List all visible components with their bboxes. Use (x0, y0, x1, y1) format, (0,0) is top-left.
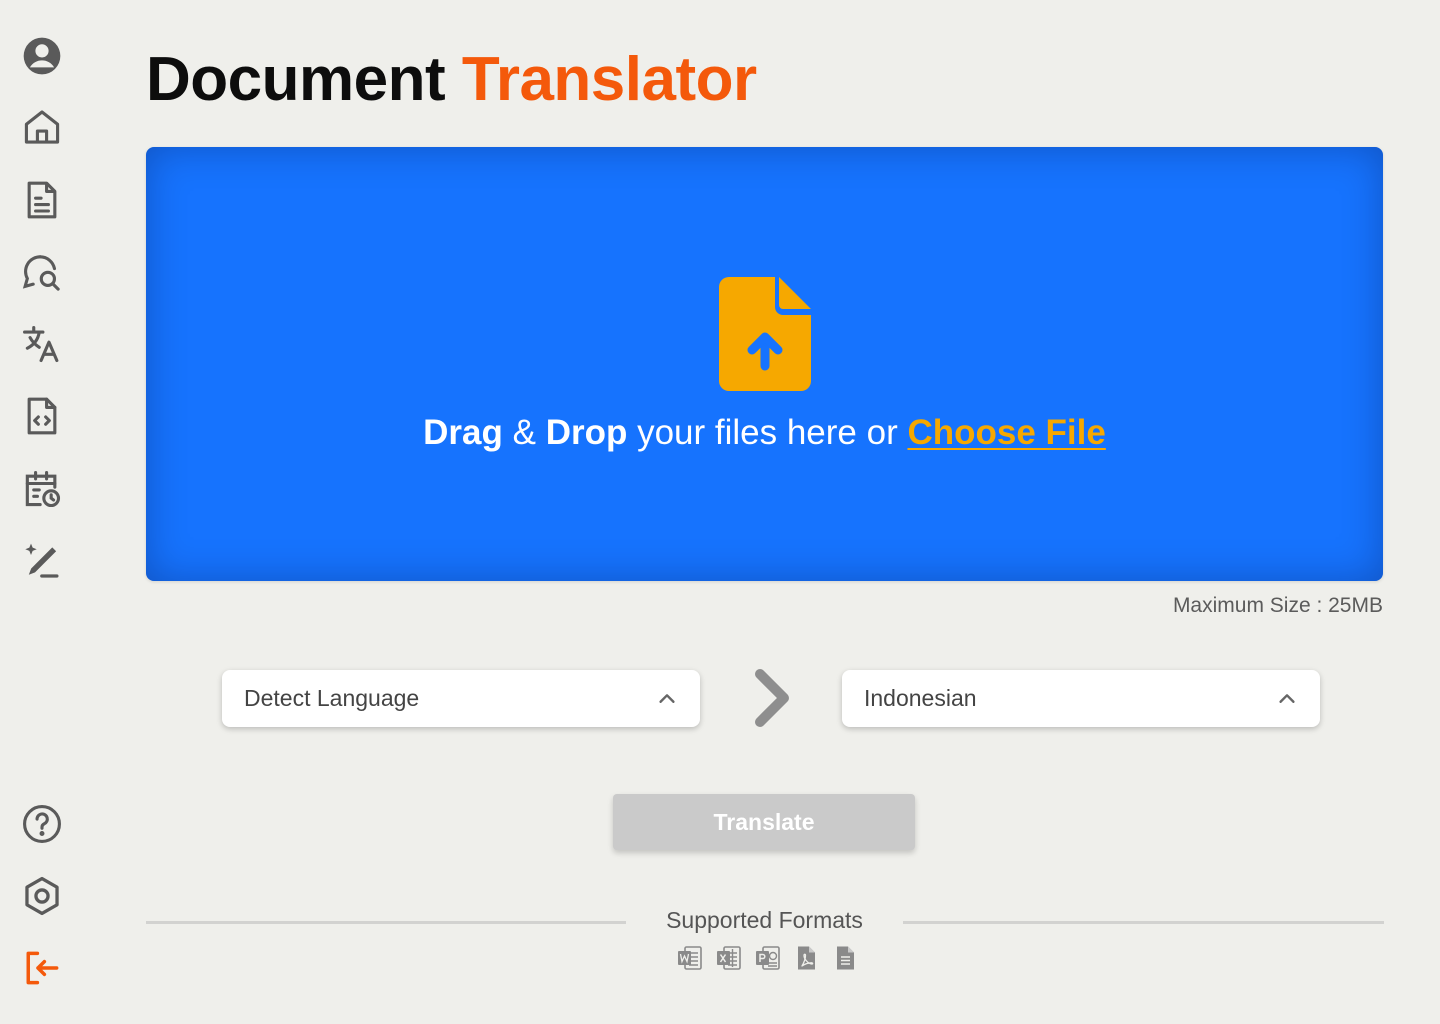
profile-icon[interactable] (18, 32, 66, 80)
document-icon[interactable] (18, 176, 66, 224)
dropzone-instructions: Drag & Drop your files here or Choose Fi… (146, 413, 1383, 453)
word-icon (678, 946, 702, 970)
max-size-label: Maximum Size : 25MB (1172, 594, 1383, 617)
logout-icon[interactable] (18, 944, 66, 992)
choose-file-link[interactable]: Choose File (907, 413, 1105, 452)
drop-word: Drop (545, 413, 628, 452)
help-icon[interactable] (18, 800, 66, 848)
chevron-up-icon (1279, 693, 1295, 703)
calendar-clock-icon[interactable] (18, 465, 66, 513)
translate-button[interactable]: Translate (613, 794, 915, 850)
home-icon[interactable] (18, 103, 66, 151)
settings-icon[interactable] (18, 872, 66, 920)
supported-formats-title: Supported Formats (666, 907, 863, 933)
supported-formats-icons (676, 944, 859, 972)
source-language-value: Detect Language (244, 685, 420, 711)
chevron-up-icon (659, 693, 675, 703)
file-dropzone[interactable]: Drag & Drop your files here or Choose Fi… (146, 147, 1383, 581)
page-title: Document Translator (146, 42, 757, 118)
translate-icon[interactable] (18, 320, 66, 368)
chevron-right-icon (755, 669, 789, 727)
ampersand: & (502, 413, 546, 452)
file-upload-icon (719, 277, 811, 391)
excel-icon (717, 946, 741, 970)
target-language-select[interactable]: Indonesian (842, 670, 1320, 727)
magic-pen-icon[interactable] (18, 537, 66, 585)
pdf-icon (798, 946, 815, 970)
text-file-icon (837, 946, 854, 970)
title-word-document: Document (146, 45, 446, 114)
sidebar (0, 0, 84, 1024)
formats-divider-right (903, 921, 1384, 924)
formats-divider-left (146, 921, 626, 924)
title-word-translator: Translator (461, 45, 757, 114)
drag-word: Drag (423, 413, 503, 452)
source-language-select[interactable]: Detect Language (222, 670, 700, 727)
chat-search-icon[interactable] (18, 249, 66, 297)
dropzone-middle-text: your files here or (627, 413, 908, 452)
code-file-icon[interactable] (18, 392, 66, 440)
powerpoint-icon (756, 946, 780, 970)
target-language-value: Indonesian (864, 685, 977, 711)
